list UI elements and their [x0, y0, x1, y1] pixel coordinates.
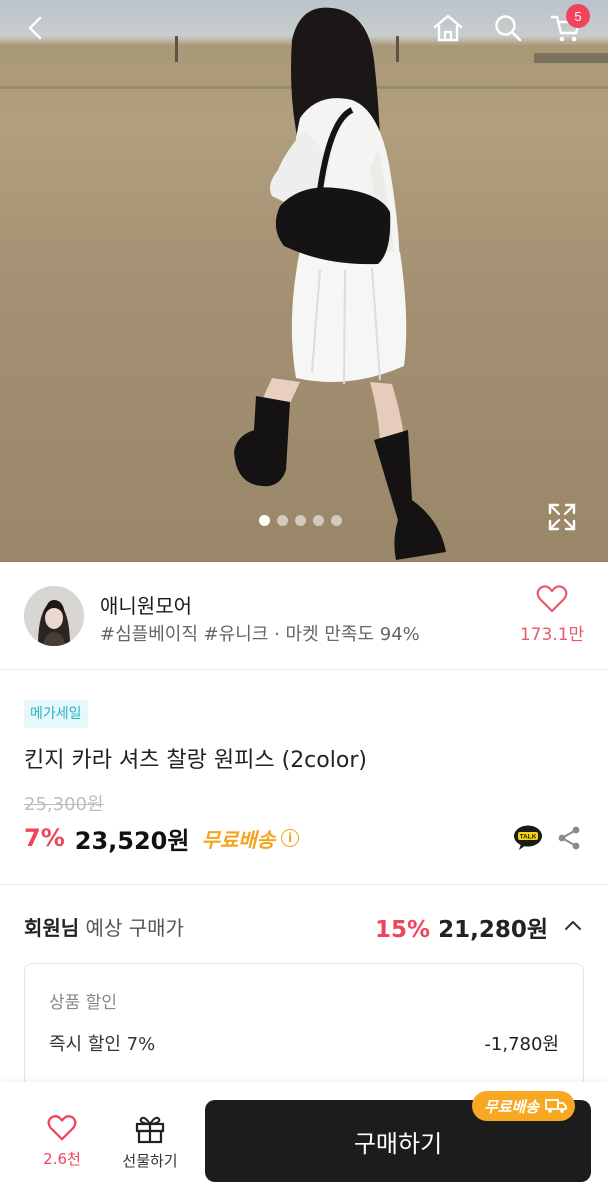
gallery-pagination: [259, 515, 342, 526]
home-button[interactable]: [428, 8, 468, 48]
member-price-value: 21,280원: [438, 917, 548, 943]
shop-like-count: 173.1만: [519, 625, 585, 645]
sale-price: 23,520원: [74, 826, 190, 855]
member-label-rest: 예상 구매가: [79, 916, 184, 940]
home-icon: [433, 14, 463, 42]
model-figure: [234, 7, 446, 560]
cart-count-badge: 5: [566, 4, 590, 28]
svg-text:TALK: TALK: [520, 834, 537, 841]
info-icon[interactable]: i: [281, 829, 300, 847]
discount-heading: 상품 할인: [49, 993, 117, 1013]
pagination-dot[interactable]: [295, 515, 306, 526]
shop-row[interactable]: 애니원모어 #심플베이직 #유니크 · 마켓 만족도 94% 173.1만: [0, 562, 608, 670]
product-photo[interactable]: 5: [0, 0, 608, 562]
instant-discount-value: -1,780원: [484, 1034, 559, 1055]
shop-like-button[interactable]: 173.1만: [510, 584, 594, 645]
gift-label: 선물하기: [122, 1152, 178, 1170]
member-price-row[interactable]: 회원님 예상 구매가 15% 21,280원: [24, 906, 584, 944]
gift-icon: [135, 1116, 165, 1144]
shop-avatar[interactable]: [24, 586, 84, 646]
like-count: 2.6천: [43, 1150, 81, 1168]
free-shipping-pill: 무료배송: [472, 1091, 576, 1121]
sale-badge: 메가세일: [24, 700, 88, 728]
chevron-up-icon[interactable]: [562, 914, 584, 936]
expand-icon[interactable]: [547, 502, 577, 532]
member-price: 15% 21,280원: [375, 910, 548, 944]
member-discount-rate: 15%: [375, 917, 431, 943]
back-button[interactable]: [16, 8, 56, 48]
price-row: 7% 23,520원 무료배송 i: [24, 821, 300, 855]
gift-button[interactable]: 선물하기: [112, 1114, 188, 1171]
shop-name[interactable]: 애니원모어: [100, 590, 192, 619]
free-shipping-label: 무료배송: [201, 827, 276, 852]
free-shipping-pill-label: 무료배송: [484, 1097, 540, 1116]
pagination-dot[interactable]: [277, 515, 288, 526]
product-title: 킨지 카라 셔츠 찰랑 원피스 (2color): [24, 748, 367, 773]
search-icon: [495, 15, 522, 42]
chevron-left-icon: [28, 16, 42, 40]
pagination-dot[interactable]: [331, 515, 342, 526]
member-label-bold: 회원님: [24, 916, 80, 940]
pagination-dot[interactable]: [259, 515, 270, 526]
discount-rate: 7%: [24, 824, 65, 852]
original-price: 25,300원: [24, 794, 104, 815]
share-icon[interactable]: [556, 825, 582, 851]
section-divider: [0, 884, 608, 885]
pagination-dot[interactable]: [313, 515, 324, 526]
kakao-talk-share-icon[interactable]: TALK: [513, 825, 543, 851]
shop-tags: #심플베이직 #유니크 · 마켓 만족도 94%: [100, 624, 420, 645]
bottom-action-bar: 2.6천 선물하기 구매하기 무료배송: [0, 1082, 608, 1200]
truck-icon: [545, 1099, 568, 1113]
heart-icon: [47, 1115, 77, 1141]
search-button[interactable]: [488, 8, 528, 48]
heart-icon: [536, 585, 568, 613]
instant-discount-label: 즉시 할인 7%: [49, 1034, 156, 1055]
member-price-label: 회원님 예상 구매가: [24, 912, 184, 941]
like-button[interactable]: 2.6천: [30, 1114, 94, 1169]
